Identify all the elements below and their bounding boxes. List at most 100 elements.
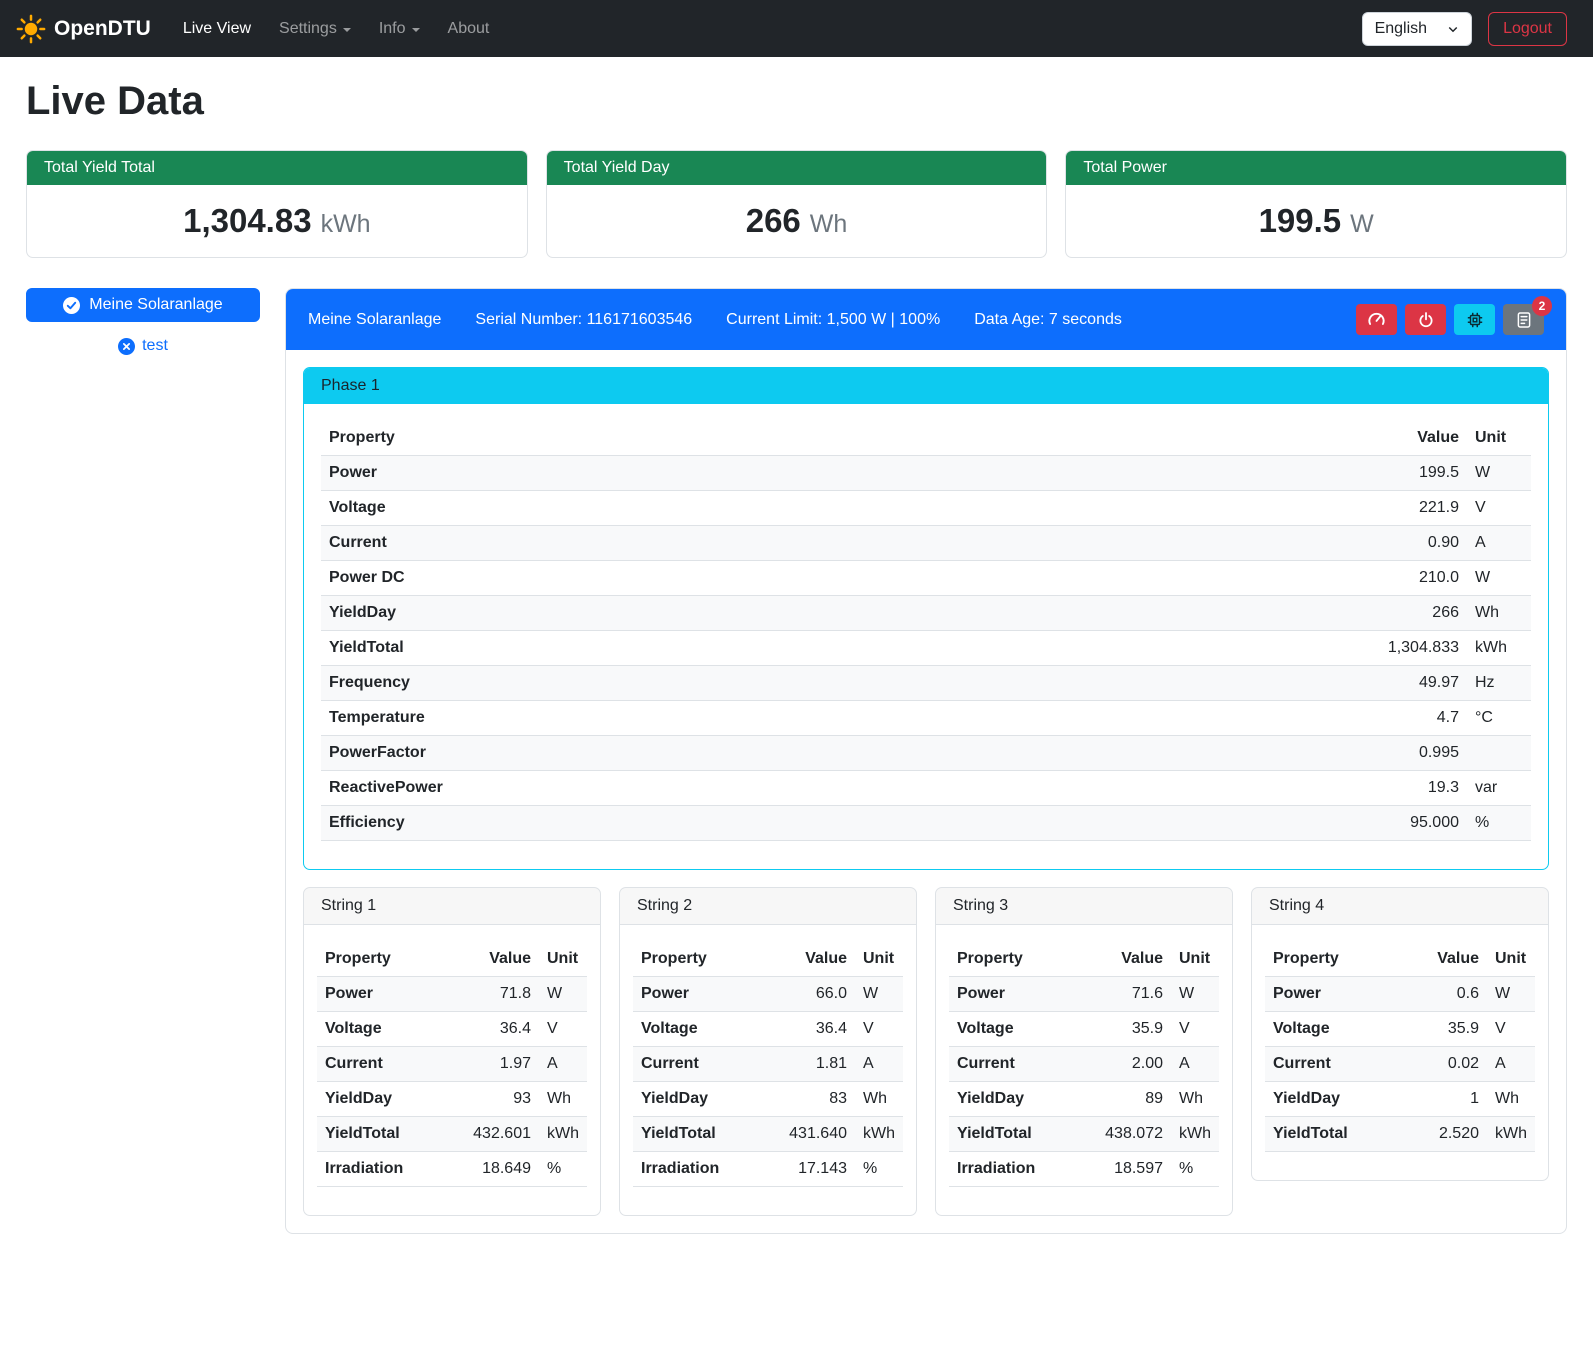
property-cell: Efficiency xyxy=(321,806,1317,841)
value-cell: 2.520 xyxy=(1403,1117,1487,1152)
card-total-yield-total: Total Yield Total 1,304.83kWh xyxy=(26,150,528,258)
property-cell: YieldDay xyxy=(949,1082,1087,1117)
table-row: YieldTotal438.072kWh xyxy=(949,1117,1219,1152)
unit-cell: V xyxy=(1171,1012,1219,1047)
nav-links: Live View Settings Info About xyxy=(169,12,504,46)
table-row: Voltage36.4V xyxy=(317,1012,587,1047)
unit-cell: W xyxy=(1487,977,1535,1012)
table-row: Temperature4.7°C xyxy=(321,701,1531,736)
table-header-row: Property Value Unit xyxy=(949,942,1219,977)
property-cell: Current xyxy=(1265,1047,1403,1082)
unit-cell: Wh xyxy=(1487,1082,1535,1117)
property-cell: YieldTotal xyxy=(1265,1117,1403,1152)
table-row: Voltage221.9V xyxy=(321,491,1531,526)
table-row: Irradiation18.649% xyxy=(317,1152,587,1187)
table-row: Power66.0W xyxy=(633,977,903,1012)
property-cell: Voltage xyxy=(1265,1012,1403,1047)
table-row: Power71.8W xyxy=(317,977,587,1012)
x-circle-icon xyxy=(118,338,135,355)
content-row: Meine Solaranlage test Meine Solaranlage… xyxy=(0,288,1593,1262)
navbar: OpenDTU Live View Settings Info About En… xyxy=(0,0,1593,57)
unit-cell: kWh xyxy=(1487,1117,1535,1152)
table-row: Current1.97A xyxy=(317,1047,587,1082)
value-cell: 432.601 xyxy=(455,1117,539,1152)
language-value: English xyxy=(1375,20,1427,38)
string-title: String 4 xyxy=(1252,888,1548,925)
nav-about[interactable]: About xyxy=(434,12,504,46)
unit-cell: A xyxy=(1171,1047,1219,1082)
value-cell: 49.97 xyxy=(1317,666,1467,701)
inverter-select-button[interactable]: Meine Solaranlage xyxy=(26,288,260,322)
table-row: YieldDay93Wh xyxy=(317,1082,587,1117)
property-cell: Current xyxy=(633,1047,771,1082)
string-body: Property Value Unit Power71.6WVoltage35.… xyxy=(936,925,1232,1215)
event-log-button[interactable]: 2 xyxy=(1503,304,1544,335)
inverter-actions: 2 xyxy=(1356,304,1544,335)
col-value: Value xyxy=(1403,942,1487,977)
col-property: Property xyxy=(1265,942,1403,977)
strings-row: String 1 Property Value Unit Power71.8WV… xyxy=(303,887,1549,1216)
brand-home-link[interactable]: OpenDTU xyxy=(16,14,151,44)
property-cell: ReactivePower xyxy=(321,771,1317,806)
card-title: Total Yield Total xyxy=(27,151,527,185)
value-cell: 18.649 xyxy=(455,1152,539,1187)
inverter-body: Phase 1 Property Value Unit Power199.5WV… xyxy=(286,350,1566,1233)
value-cell: 35.9 xyxy=(1087,1012,1171,1047)
table-row: YieldDay1Wh xyxy=(1265,1082,1535,1117)
nav-live-view[interactable]: Live View xyxy=(169,12,265,46)
unit-cell: A xyxy=(1467,526,1531,561)
card-title: Total Yield Day xyxy=(547,151,1047,185)
string-title: String 1 xyxy=(304,888,600,925)
inverter-item-test[interactable]: test xyxy=(26,337,260,355)
property-cell: YieldTotal xyxy=(321,631,1317,666)
unit-cell: W xyxy=(1467,456,1531,491)
table-row: Current0.90A xyxy=(321,526,1531,561)
value-cell: 221.9 xyxy=(1317,491,1467,526)
nav-settings[interactable]: Settings xyxy=(265,12,365,46)
value-text: 1,304.83 xyxy=(183,202,311,239)
inverter-sidebar: Meine Solaranlage test xyxy=(26,288,260,355)
string-table-body: Power66.0WVoltage36.4VCurrent1.81AYieldD… xyxy=(633,977,903,1187)
table-row: Power0.6W xyxy=(1265,977,1535,1012)
value-cell: 438.072 xyxy=(1087,1117,1171,1152)
data-age: Data Age: 7 seconds xyxy=(974,311,1122,329)
table-row: ReactivePower19.3var xyxy=(321,771,1531,806)
table-row: Frequency49.97Hz xyxy=(321,666,1531,701)
table-row: Voltage35.9V xyxy=(1265,1012,1535,1047)
language-select[interactable]: English xyxy=(1362,12,1472,46)
property-cell: Voltage xyxy=(317,1012,455,1047)
limit-settings-button[interactable] xyxy=(1356,304,1397,335)
property-cell: Current xyxy=(949,1047,1087,1082)
property-cell: Power xyxy=(1265,977,1403,1012)
table-row: Irradiation18.597% xyxy=(949,1152,1219,1187)
chevron-down-icon xyxy=(412,28,420,32)
col-unit: Unit xyxy=(855,942,903,977)
unit-cell: kWh xyxy=(855,1117,903,1152)
navbar-right: English Logout xyxy=(1362,12,1567,46)
value-cell: 71.6 xyxy=(1087,977,1171,1012)
inverter-name: Meine Solaranlage xyxy=(308,311,441,329)
unit-cell: % xyxy=(539,1152,587,1187)
unit-cell: A xyxy=(1487,1047,1535,1082)
table-row: YieldDay89Wh xyxy=(949,1082,1219,1117)
string-table: Property Value Unit Power0.6WVoltage35.9… xyxy=(1265,942,1535,1152)
power-button[interactable] xyxy=(1405,304,1446,335)
value-cell: 2.00 xyxy=(1087,1047,1171,1082)
unit-cell: V xyxy=(855,1012,903,1047)
device-info-button[interactable] xyxy=(1454,304,1495,335)
string-body: Property Value Unit Power0.6WVoltage35.9… xyxy=(1252,925,1548,1180)
unit-cell: Wh xyxy=(1171,1082,1219,1117)
table-row: Power199.5W xyxy=(321,456,1531,491)
nav-info[interactable]: Info xyxy=(365,12,434,46)
page-title: Live Data xyxy=(26,79,1567,124)
logout-button[interactable]: Logout xyxy=(1488,12,1567,46)
value-cell: 95.000 xyxy=(1317,806,1467,841)
unit-cell: V xyxy=(1487,1012,1535,1047)
phase-title: Phase 1 xyxy=(304,368,1548,404)
string-title: String 2 xyxy=(620,888,916,925)
col-unit: Unit xyxy=(1467,421,1531,456)
value-cell: 0.6 xyxy=(1403,977,1487,1012)
current-limit: Current Limit: 1,500 W | 100% xyxy=(726,311,940,329)
unit-cell: W xyxy=(539,977,587,1012)
inverter-header: Meine Solaranlage Serial Number: 1161716… xyxy=(286,289,1566,350)
